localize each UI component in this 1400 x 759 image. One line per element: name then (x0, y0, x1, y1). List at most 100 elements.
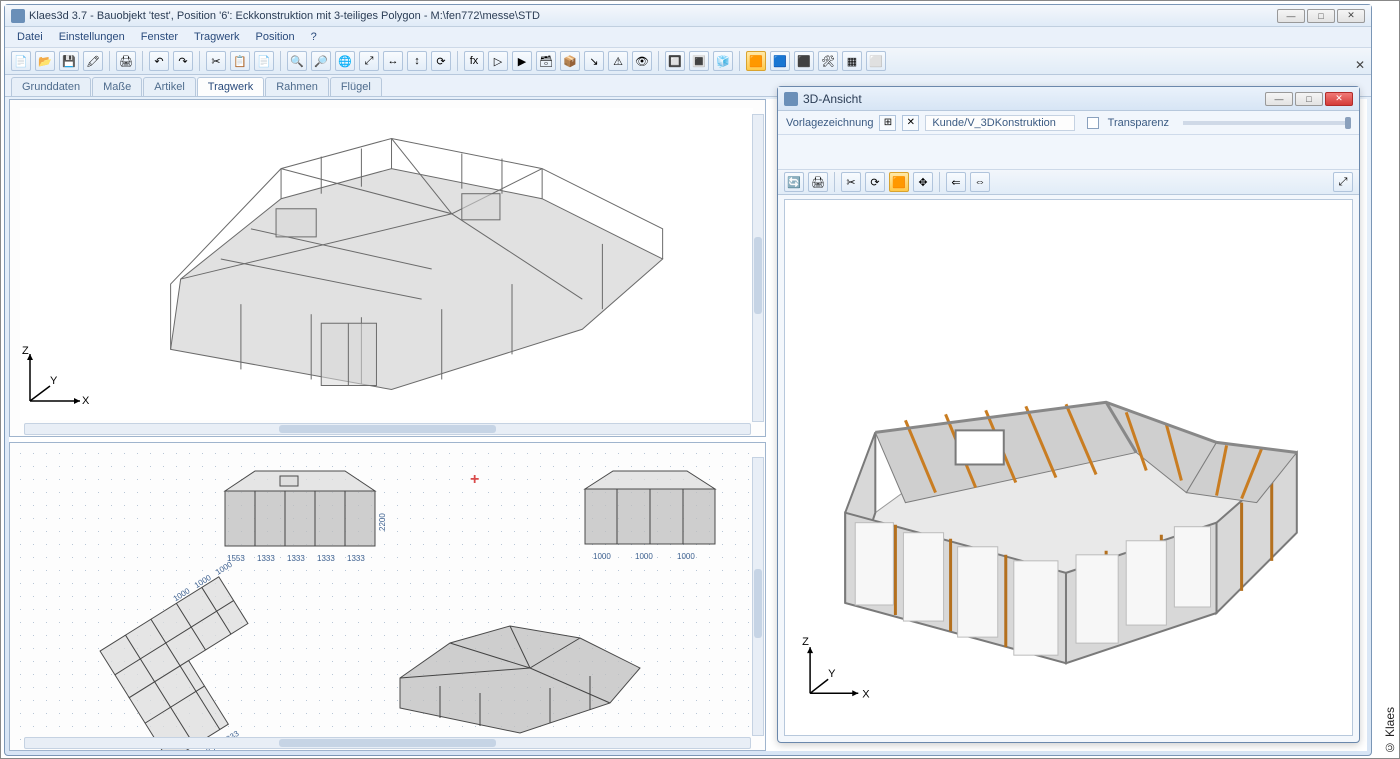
toolbar-separator (939, 172, 940, 192)
float-title: 3D-Ansicht (803, 92, 1265, 106)
menubar: Datei Einstellungen Fenster Tragwerk Pos… (5, 27, 1371, 47)
titlebar: Klaes3d 3.7 - Bauobjekt 'test', Position… (5, 5, 1371, 27)
minimize-button[interactable]: — (1277, 9, 1305, 23)
vorlage-clear-icon[interactable]: ✕ (902, 115, 919, 131)
viewport-3d[interactable] (20, 108, 753, 420)
tool-shade1-icon[interactable]: 🟧 (746, 51, 766, 71)
scrollbar-vertical[interactable] (752, 457, 764, 736)
transparency-slider[interactable] (1183, 121, 1351, 125)
tool-zoomin-icon[interactable]: 🔍 (287, 51, 307, 71)
tab-masse[interactable]: Maße (92, 77, 142, 96)
tool-new-icon[interactable]: 📄 (11, 51, 31, 71)
float-app-icon (784, 92, 798, 106)
tool-view3-icon[interactable]: 🧊 (713, 51, 733, 71)
tool-globe-icon[interactable]: 🌐 (335, 51, 355, 71)
tool-eye-icon[interactable]: 👁 (632, 51, 652, 71)
ftool-shade-icon[interactable]: 🟧 (889, 172, 909, 192)
tool-open-icon[interactable]: 📂 (35, 51, 55, 71)
ftool-print-icon[interactable]: 🖨 (808, 172, 828, 192)
float-toolbar: 🔄 🖨 ✂ ⟳ 🟧 ✥ ⇐ ⇔ ⤢ (778, 169, 1359, 195)
tool-print-icon[interactable]: 🖨 (116, 51, 136, 71)
window-title: Klaes3d 3.7 - Bauobjekt 'test', Position… (29, 10, 1277, 22)
tool-fx-icon[interactable]: fx (464, 51, 484, 71)
tool-config-icon[interactable]: 🛠 (818, 51, 838, 71)
window-3d-ansicht[interactable]: 3D-Ansicht — □ ✕ Vorlagezeichnung ⊞ ✕ Ku… (777, 86, 1360, 743)
tool-rotate-icon[interactable]: ⟳ (431, 51, 451, 71)
ftool-rotate-icon[interactable]: ⟳ (865, 172, 885, 192)
axis-z-label: Z (22, 345, 29, 357)
tool-fit-icon[interactable]: ⤢ (359, 51, 379, 71)
tab-rahmen[interactable]: Rahmen (265, 77, 329, 96)
tab-artikel[interactable]: Artikel (143, 77, 196, 96)
menu-fenster[interactable]: Fenster (135, 29, 184, 45)
ftool-prev-icon[interactable]: ⇐ (946, 172, 966, 192)
ftool-next-icon[interactable]: ⇔ (970, 172, 990, 192)
tool-panh-icon[interactable]: ↔ (383, 51, 403, 71)
toolbar-close-icon[interactable]: ✕ (1355, 58, 1365, 72)
tool-edit-icon[interactable]: 🖍 (83, 51, 103, 71)
svg-text:1333: 1333 (347, 554, 365, 563)
menu-einstellungen[interactable]: Einstellungen (53, 29, 131, 45)
toolbar-separator (142, 51, 143, 71)
menu-position[interactable]: Position (249, 29, 300, 45)
tool-redo-icon[interactable]: ↷ (173, 51, 193, 71)
tool-box-icon[interactable]: 📦 (560, 51, 580, 71)
tool-shade3-icon[interactable]: ⬛ (794, 51, 814, 71)
tool-warn-icon[interactable]: ⚠ (608, 51, 628, 71)
tool-save-icon[interactable]: 💾 (59, 51, 79, 71)
float-minimize-button[interactable]: — (1265, 92, 1293, 106)
close-button[interactable]: ✕ (1337, 9, 1365, 23)
float-3d-canvas[interactable]: X Z Y (784, 199, 1353, 736)
tool-play-icon[interactable]: ▷ (488, 51, 508, 71)
pane-orthographic[interactable]: + 1553 1333 1333 1333 1333 2200 (9, 442, 766, 751)
tool-blank-icon[interactable]: ⬜ (866, 51, 886, 71)
tool-run-icon[interactable]: ▶ (512, 51, 532, 71)
float-maximize-button[interactable]: □ (1295, 92, 1323, 106)
tool-view2-icon[interactable]: 🔳 (689, 51, 709, 71)
float-close-button[interactable]: ✕ (1325, 92, 1353, 106)
view-roof-plan: 1000 1000 1000 1333 1333 1333 (95, 559, 312, 750)
tool-panv-icon[interactable]: ↕ (407, 51, 427, 71)
axis-x-label: X (82, 395, 90, 407)
menu-tragwerk[interactable]: Tragwerk (188, 29, 245, 45)
svg-text:1333: 1333 (287, 554, 305, 563)
tool-grid-icon[interactable]: ▦ (842, 51, 862, 71)
vorlage-picker-icon[interactable]: ⊞ (879, 115, 896, 131)
vorlage-field[interactable]: Kunde/V_3DKonstruktion (925, 115, 1075, 131)
axis-gizmo: X Z Y (20, 346, 90, 416)
svg-text:Z: Z (802, 636, 809, 648)
pane-3d-overview[interactable]: X Z Y (9, 99, 766, 437)
tool-undo-icon[interactable]: ↶ (149, 51, 169, 71)
ftool-cut-icon[interactable]: ✂ (841, 172, 861, 192)
maximize-button[interactable]: □ (1307, 9, 1335, 23)
svg-text:X: X (862, 688, 870, 700)
tool-doc-icon[interactable]: 📄 (254, 51, 274, 71)
svg-text:1333: 1333 (257, 554, 275, 563)
scrollbar-horizontal[interactable] (24, 737, 751, 749)
float-titlebar[interactable]: 3D-Ansicht — □ ✕ (778, 87, 1359, 111)
scrollbar-vertical[interactable] (752, 114, 764, 422)
tool-paste-icon[interactable]: 📋 (230, 51, 250, 71)
toolbar-separator (109, 51, 110, 71)
tab-tragwerk[interactable]: Tragwerk (197, 77, 264, 96)
ftool-refresh-icon[interactable]: 🔄 (784, 172, 804, 192)
tool-zoomout-icon[interactable]: 🔎 (311, 51, 331, 71)
tool-arrow-icon[interactable]: ↘ (584, 51, 604, 71)
tool-shade2-icon[interactable]: 🟦 (770, 51, 790, 71)
transparency-checkbox[interactable] (1087, 117, 1098, 129)
toolbar-separator (658, 51, 659, 71)
tool-cut-icon[interactable]: ✂ (206, 51, 226, 71)
tool-view1-icon[interactable]: 🔲 (665, 51, 685, 71)
tab-fluegel[interactable]: Flügel (330, 77, 382, 96)
view-iso-preview: 1553 1553 1553 (400, 626, 640, 750)
svg-text:Y: Y (828, 668, 836, 680)
tool-db-icon[interactable]: 🗃 (536, 51, 556, 71)
ftool-pan-icon[interactable]: ✥ (913, 172, 933, 192)
tab-grunddaten[interactable]: Grunddaten (11, 77, 91, 96)
copyright-label: © Klaes (1383, 707, 1397, 754)
scrollbar-horizontal[interactable] (24, 423, 751, 435)
menu-help[interactable]: ? (305, 29, 323, 45)
menu-datei[interactable]: Datei (11, 29, 49, 45)
toolbar-separator (834, 172, 835, 192)
ftool-expand-icon[interactable]: ⤢ (1333, 172, 1353, 192)
